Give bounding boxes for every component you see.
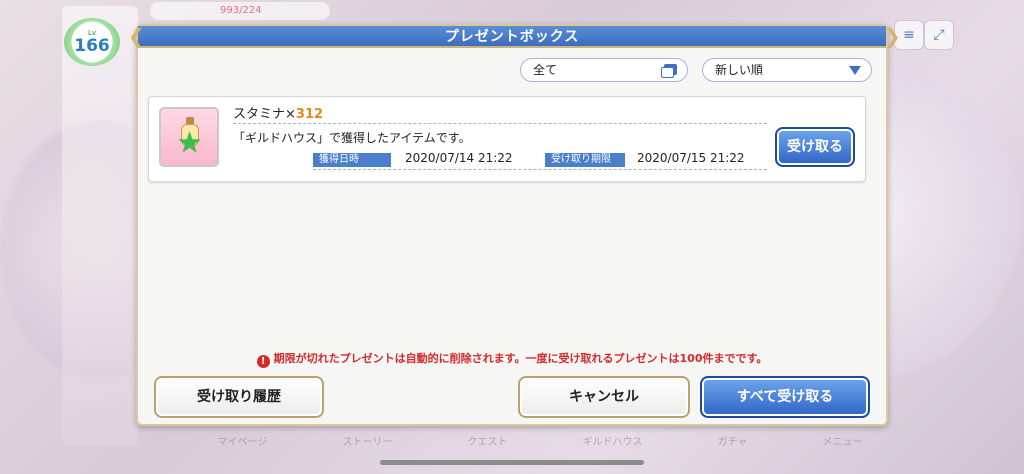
bottom-navigation: マイページ ストーリー クエスト ギルドハウス ガチャ メニュー <box>180 428 900 452</box>
history-button[interactable]: 受け取り履歴 <box>154 376 324 418</box>
ornament-icon: ❮ <box>128 24 146 48</box>
present-item: ★ スタミナ×312 「ギルドハウス」で獲得したアイテムです。 獲得日時 202… <box>148 96 866 182</box>
divider <box>233 123 767 124</box>
item-name-text: スタミナ <box>233 107 286 122</box>
present-list[interactable]: ★ スタミナ×312 「ギルドハウス」で獲得したアイテムです。 獲得日時 202… <box>148 96 878 340</box>
fullscreen-icon[interactable]: ⤢ <box>924 20 954 50</box>
nav-item[interactable]: メニュー <box>822 433 862 448</box>
item-multiplier: × <box>285 107 296 122</box>
home-indicator <box>380 460 644 465</box>
item-description: 「ギルドハウス」で獲得したアイテムです。 <box>233 131 471 145</box>
filter-dropdown[interactable]: 全て <box>520 58 688 82</box>
receive-all-button[interactable]: すべて受け取る <box>700 376 870 418</box>
cancel-button[interactable]: キャンセル <box>518 376 690 418</box>
dialog-title: プレゼントボックス <box>444 29 580 45</box>
window-icon <box>661 64 677 78</box>
sort-dropdown[interactable]: 新しい順 <box>702 58 872 82</box>
deadline-date: 2020/07/15 21:22 <box>637 151 745 165</box>
item-quantity: 312 <box>295 107 324 122</box>
notice-message: ! 期限が切れたプレゼントは自動的に削除されます。一度に受け取れるプレゼントは10… <box>138 350 886 368</box>
level-value: 166 <box>74 36 110 56</box>
nav-item[interactable]: ガチャ <box>718 433 748 448</box>
nav-item[interactable]: ストーリー <box>342 433 392 448</box>
acquired-label: 獲得日時 <box>313 153 391 167</box>
triangle-down-icon <box>849 66 861 75</box>
player-level-badge: Lv 166 <box>64 18 120 66</box>
nav-item[interactable]: ギルドハウス <box>582 433 642 448</box>
ornament-icon: ❯ <box>884 24 902 48</box>
divider <box>313 169 767 170</box>
notice-text: 期限が切れたプレゼントは自動的に削除されます。一度に受け取れるプレゼントは100… <box>273 352 768 365</box>
present-box-dialog: ❮ プレゼントボックス ❯ 全て 新しい順 ★ スタミナ×312 「ギルドハウス… <box>128 24 901 426</box>
star-icon: ★ <box>177 126 203 159</box>
background-side-panel <box>62 6 138 446</box>
dialog-header: ❮ プレゼントボックス ❯ <box>128 24 901 48</box>
item-name: スタミナ×312 <box>233 103 323 122</box>
stamina-bar: 993/224 <box>150 2 330 20</box>
acquired-date: 2020/07/14 21:22 <box>405 151 513 165</box>
stamina-potion-icon: ★ <box>159 107 219 167</box>
deadline-label: 受け取り期限 <box>545 153 625 167</box>
nav-item[interactable]: クエスト <box>467 433 507 448</box>
sort-value: 新しい順 <box>715 63 764 77</box>
warning-icon: ! <box>256 355 270 368</box>
receive-button[interactable]: 受け取る <box>775 127 855 167</box>
nav-item[interactable]: マイページ <box>218 433 268 448</box>
filter-value: 全て <box>533 63 558 77</box>
